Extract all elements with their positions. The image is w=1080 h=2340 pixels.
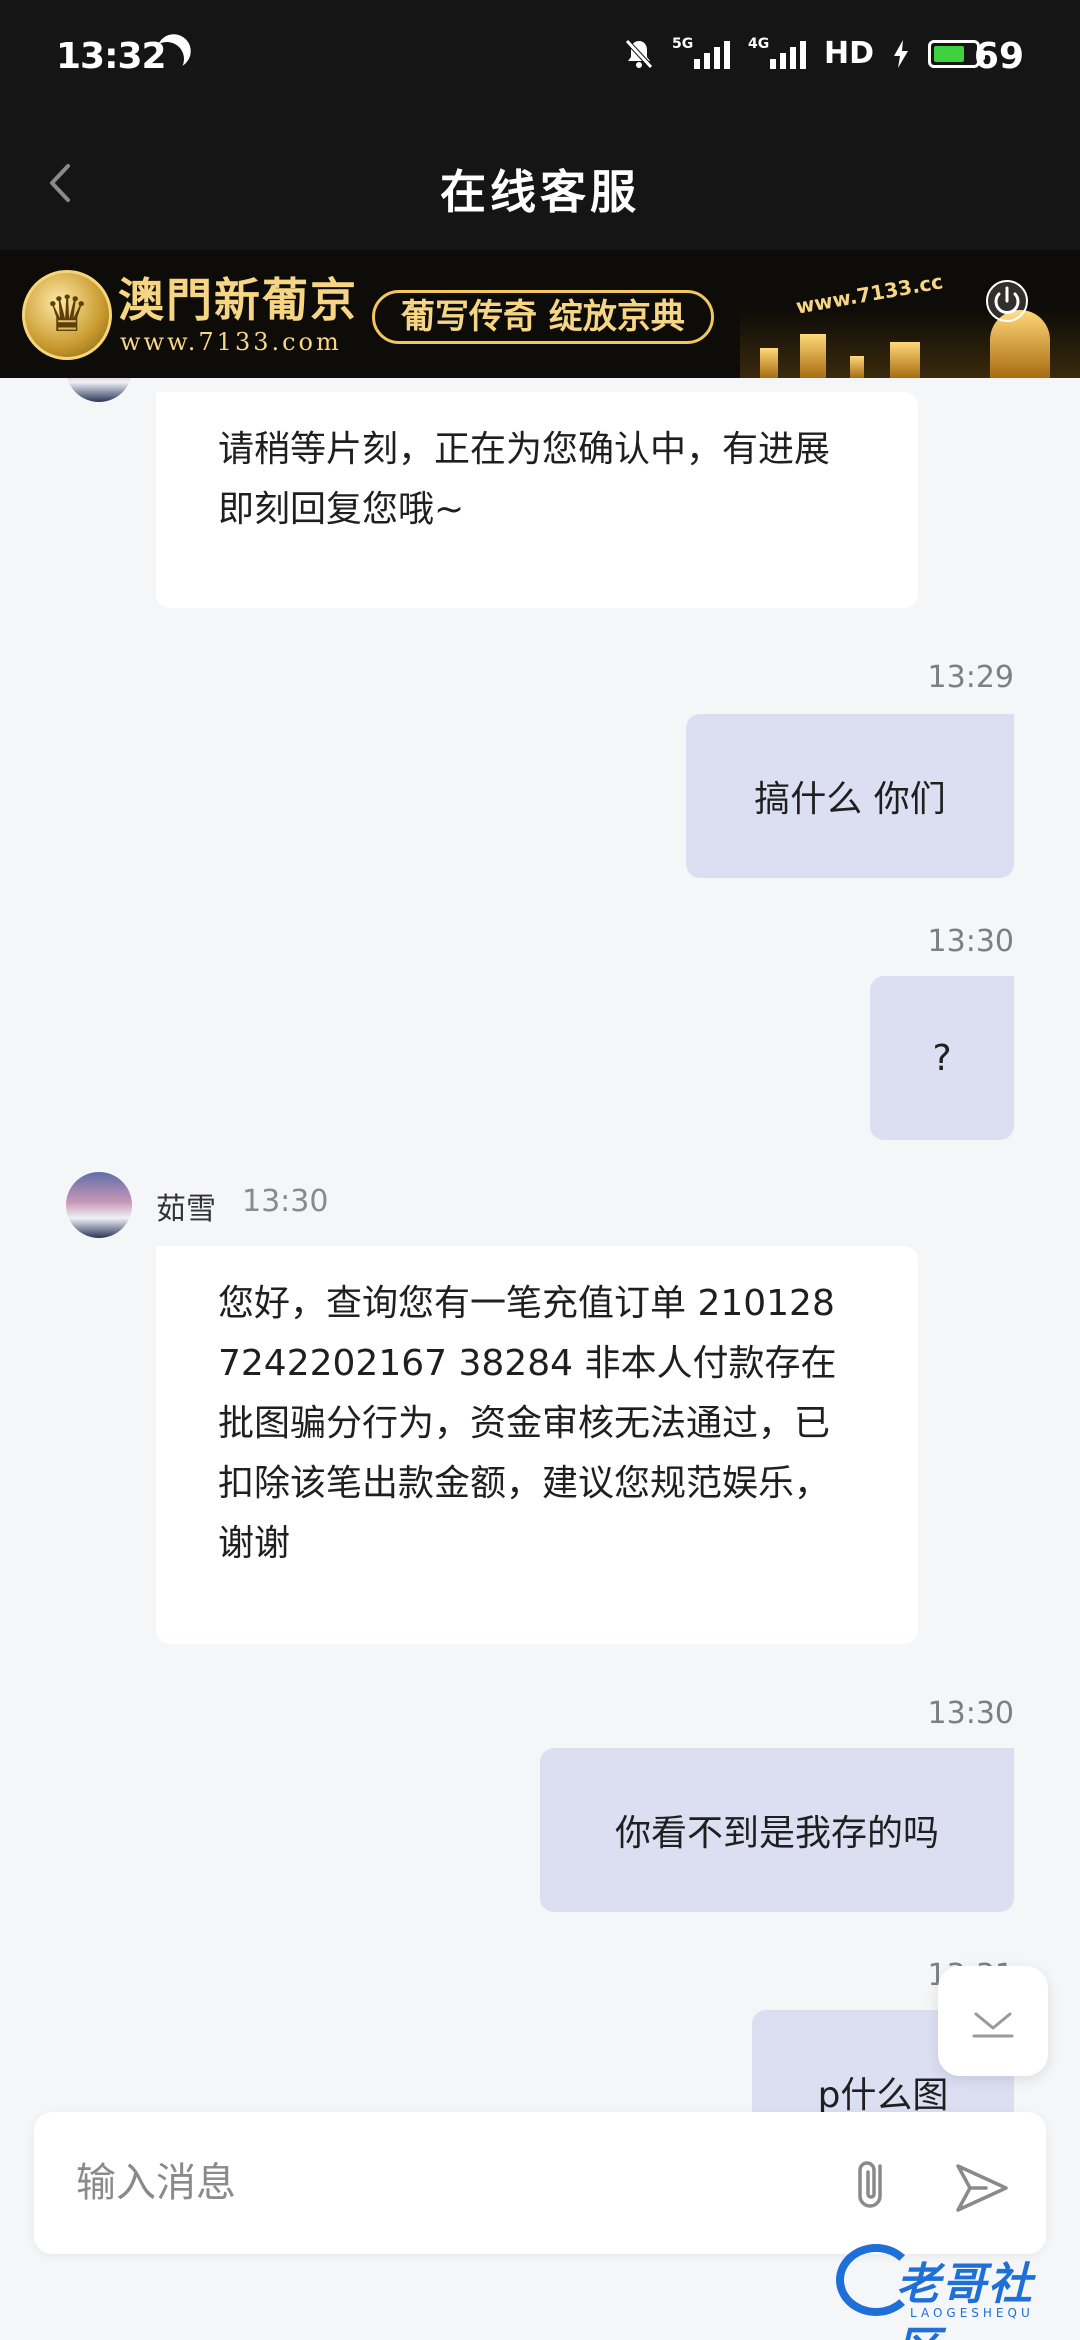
- battery-percentage: 69: [973, 36, 1024, 77]
- send-icon[interactable]: [950, 2156, 1014, 2220]
- casino-logo: [22, 270, 112, 360]
- message-text: ?: [932, 1037, 952, 1079]
- message-text: 你看不到是我存的吗: [614, 1813, 939, 1854]
- message-time: 13:30: [242, 1184, 329, 1219]
- message-text: p什么图: [817, 2075, 949, 2116]
- paperclip-icon[interactable]: [840, 2152, 904, 2216]
- chevron-down-icon: [972, 2012, 1014, 2038]
- status-bar: 13:32 5G 4G HD 69: [0, 0, 1080, 118]
- watermark-subtext: LAOGESHEQU: [910, 2306, 1034, 2320]
- mute-bell-icon: [625, 38, 653, 69]
- message-composer: [34, 2112, 1046, 2254]
- agent-avatar: [66, 1172, 132, 1238]
- message-text: 请稍等片刻，正在为您确认中，有进展即刻回复您哦~: [218, 429, 831, 530]
- watermark-logo: 老哥社区 LAOGESHEQU: [836, 2240, 1066, 2340]
- power-icon[interactable]: [984, 278, 1030, 324]
- banner-slogan: 葡写传奇 绽放京典: [372, 290, 714, 344]
- agent-name: 茹雪: [156, 1192, 216, 1227]
- status-icons: 5G 4G HD: [624, 35, 985, 71]
- message-text: 您好，查询您有一笔充值订单 2101287242202167 38284 非本人…: [218, 1283, 837, 1564]
- message-text: 搞什么 你们: [754, 779, 946, 820]
- message-input[interactable]: [76, 2150, 836, 2216]
- ad-banner[interactable]: 澳門新葡京 www.7133.com 葡写传奇 绽放京典 www.7133.cc: [0, 250, 1080, 378]
- agent-message-bubble: 您好，查询您有一笔充值订单 2101287242202167 38284 非本人…: [156, 1246, 918, 1644]
- my-message-bubble: 你看不到是我存的吗: [540, 1748, 1014, 1912]
- signal-5g-label: 5G: [671, 35, 694, 52]
- agent-message-bubble: 请稍等片刻，正在为您确认中，有进展即刻回复您哦~: [156, 392, 918, 608]
- message-time: 13:30: [927, 1696, 1014, 1731]
- message-time: 13:30: [927, 924, 1014, 959]
- battery-icon: [928, 39, 985, 68]
- banner-brand: 澳門新葡京: [118, 273, 358, 327]
- signal-4g-label: 4G: [747, 35, 770, 52]
- chat-messages[interactable]: 请稍等片刻，正在为您确认中，有进展即刻回复您哦~ 13:29 搞什么 你们 13…: [0, 378, 1080, 2120]
- message-time: 13:29: [927, 660, 1014, 695]
- my-message-bubble: ?: [870, 976, 1014, 1140]
- charging-bolt-icon: [894, 39, 908, 68]
- my-message-bubble: 搞什么 你们: [686, 714, 1014, 878]
- watermark-text: 老哥社区: [896, 2259, 1034, 2340]
- scroll-to-bottom-button[interactable]: [938, 1966, 1048, 2076]
- agent-avatar: [66, 378, 132, 402]
- page-title: 在线客服: [440, 165, 640, 219]
- app-header: 在线客服: [0, 118, 1080, 250]
- signal-5g-icon: 5G: [671, 35, 730, 69]
- hd-label: HD: [823, 36, 874, 71]
- banner-url: www.7133.com: [120, 328, 342, 356]
- signal-4g-icon: 4G: [747, 35, 806, 69]
